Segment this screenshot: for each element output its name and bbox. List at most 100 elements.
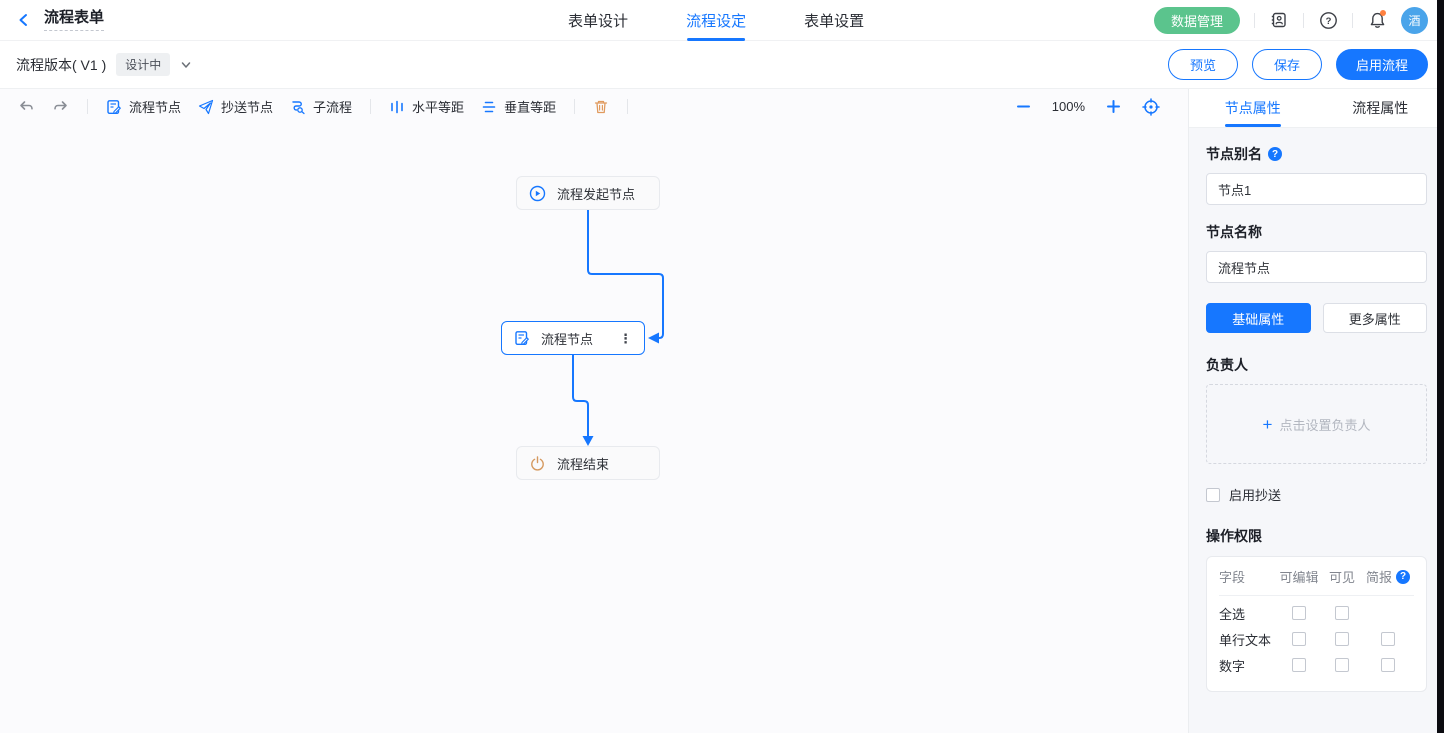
permissions-header-row: 字段 可编辑 可见 简报 ? xyxy=(1219,567,1414,596)
page-title: 流程表单 xyxy=(44,9,104,31)
col-visible: 可见 xyxy=(1322,567,1362,586)
col-brief-label: 简报 xyxy=(1366,567,1392,586)
version-dropdown-caret[interactable] xyxy=(180,59,192,71)
zoom-in-icon[interactable] xyxy=(1106,99,1121,114)
enable-cc-checkbox[interactable] xyxy=(1206,488,1220,502)
back-button[interactable] xyxy=(16,12,32,28)
node-menu-kebab-icon[interactable]: ⋮ xyxy=(619,332,632,345)
divider xyxy=(574,99,575,114)
header-actions: 数据管理 ? 酒 xyxy=(1154,7,1428,34)
help-icon[interactable]: ? xyxy=(1318,10,1338,30)
set-owner-placeholder: 点击设置负责人 xyxy=(1279,415,1370,434)
help-badge-icon[interactable]: ? xyxy=(1396,570,1410,584)
power-icon xyxy=(529,455,546,472)
plus-icon: + xyxy=(1263,416,1273,433)
divider xyxy=(87,99,88,114)
process-node[interactable]: 流程节点 ⋮ xyxy=(501,321,645,355)
col-field: 字段 xyxy=(1219,567,1276,586)
back-chevron-icon xyxy=(16,12,32,28)
zoom-out-icon[interactable] xyxy=(1016,99,1031,114)
more-attrs-button[interactable]: 更多属性 xyxy=(1323,303,1428,333)
divider xyxy=(627,99,628,114)
editable-checkbox[interactable] xyxy=(1292,658,1306,672)
add-subflow-button[interactable]: 子流程 xyxy=(286,97,356,116)
horizontal-spacing-icon xyxy=(389,99,405,115)
brief-checkbox[interactable] xyxy=(1381,632,1395,646)
tool-label: 抄送节点 xyxy=(221,97,273,116)
preview-button[interactable]: 预览 xyxy=(1168,49,1238,80)
data-manage-button[interactable]: 数据管理 xyxy=(1154,7,1240,34)
node-name-input[interactable] xyxy=(1206,251,1427,283)
cc-node-icon xyxy=(198,99,214,115)
delete-node-button[interactable] xyxy=(589,99,613,115)
permissions-title: 操作权限 xyxy=(1206,526,1427,546)
editable-checkbox[interactable] xyxy=(1292,606,1306,620)
node-label: 流程结束 xyxy=(557,454,609,473)
end-node[interactable]: 流程结束 xyxy=(516,446,660,480)
chevron-down-icon xyxy=(180,59,192,71)
flow-canvas[interactable]: 流程节点 抄送节点 子流程 xyxy=(0,89,1188,733)
arrowhead xyxy=(583,436,594,446)
properties-panel: 节点属性 流程属性 节点别名 ? 节点名称 基础属性 更多属性 负责人 + 点 xyxy=(1188,89,1444,733)
node-alias-label: 节点别名 xyxy=(1206,144,1262,164)
start-node[interactable]: 流程发起节点 xyxy=(516,176,660,210)
bell-icon[interactable] xyxy=(1367,10,1387,30)
editable-checkbox[interactable] xyxy=(1292,632,1306,646)
undo-button[interactable] xyxy=(14,98,39,115)
panel-tab-bar: 节点属性 流程属性 xyxy=(1189,89,1444,128)
canvas-toolbar: 流程节点 抄送节点 子流程 xyxy=(0,89,1188,124)
zoom-controls: 100% xyxy=(1016,98,1174,116)
arrowhead xyxy=(648,333,659,344)
add-process-node-button[interactable]: 流程节点 xyxy=(102,97,185,116)
notification-dot xyxy=(1380,10,1386,16)
vertical-equal-spacing-button[interactable]: 垂直等距 xyxy=(477,97,560,116)
panel-body: 节点别名 ? 节点名称 基础属性 更多属性 负责人 + 点击设置负责人 启用抄 xyxy=(1189,128,1444,733)
enable-flow-button[interactable]: 启用流程 xyxy=(1336,49,1428,80)
col-brief: 简报 ? xyxy=(1362,567,1414,586)
enable-cc-label: 启用抄送 xyxy=(1229,485,1281,504)
brief-checkbox[interactable] xyxy=(1381,658,1395,672)
tool-label: 垂直等距 xyxy=(504,97,556,116)
trash-icon xyxy=(593,99,609,115)
redo-icon xyxy=(52,98,69,115)
zoom-level: 100% xyxy=(1052,99,1085,114)
visible-checkbox[interactable] xyxy=(1335,658,1349,672)
tool-label: 水平等距 xyxy=(412,97,464,116)
svg-text:?: ? xyxy=(1325,16,1331,27)
fit-center-icon[interactable] xyxy=(1142,98,1160,116)
process-node-icon xyxy=(106,99,122,115)
undo-icon xyxy=(18,98,35,115)
save-button[interactable]: 保存 xyxy=(1252,49,1322,80)
tab-flow-setting[interactable]: 流程设定 xyxy=(686,0,746,41)
enable-cc-row[interactable]: 启用抄送 xyxy=(1206,485,1427,504)
tab-flow-properties[interactable]: 流程属性 xyxy=(1317,89,1444,127)
visible-checkbox[interactable] xyxy=(1335,632,1349,646)
redo-button[interactable] xyxy=(48,98,73,115)
header-tab-bar: 表单设计 流程设定 表单设置 xyxy=(568,0,864,41)
avatar[interactable]: 酒 xyxy=(1401,7,1428,34)
basic-attrs-button[interactable]: 基础属性 xyxy=(1206,303,1311,333)
node-label: 流程发起节点 xyxy=(557,184,635,203)
tab-form-design[interactable]: 表单设计 xyxy=(568,0,628,41)
col-editable: 可编辑 xyxy=(1276,567,1322,586)
tool-label: 子流程 xyxy=(313,97,352,116)
node-name-label-row: 节点名称 xyxy=(1206,222,1427,242)
add-cc-node-button[interactable]: 抄送节点 xyxy=(194,97,277,116)
divider xyxy=(1303,13,1304,28)
vertical-spacing-icon xyxy=(481,99,497,115)
owner-label: 负责人 xyxy=(1206,355,1248,375)
attr-toggle-row: 基础属性 更多属性 xyxy=(1206,303,1427,333)
horizontal-equal-spacing-button[interactable]: 水平等距 xyxy=(385,97,468,116)
row-label: 单行文本 xyxy=(1219,630,1276,649)
visible-checkbox[interactable] xyxy=(1335,606,1349,620)
tab-form-setup[interactable]: 表单设置 xyxy=(804,0,864,41)
node-name-label: 节点名称 xyxy=(1206,222,1262,242)
divider xyxy=(1254,13,1255,28)
tab-node-properties[interactable]: 节点属性 xyxy=(1189,89,1317,127)
help-badge-icon[interactable]: ? xyxy=(1268,147,1282,161)
node-alias-input[interactable] xyxy=(1206,173,1427,205)
set-owner-button[interactable]: + 点击设置负责人 xyxy=(1206,384,1427,464)
permission-row: 数字 xyxy=(1219,652,1414,678)
node-alias-label-row: 节点别名 ? xyxy=(1206,144,1427,164)
contacts-icon[interactable] xyxy=(1269,10,1289,30)
